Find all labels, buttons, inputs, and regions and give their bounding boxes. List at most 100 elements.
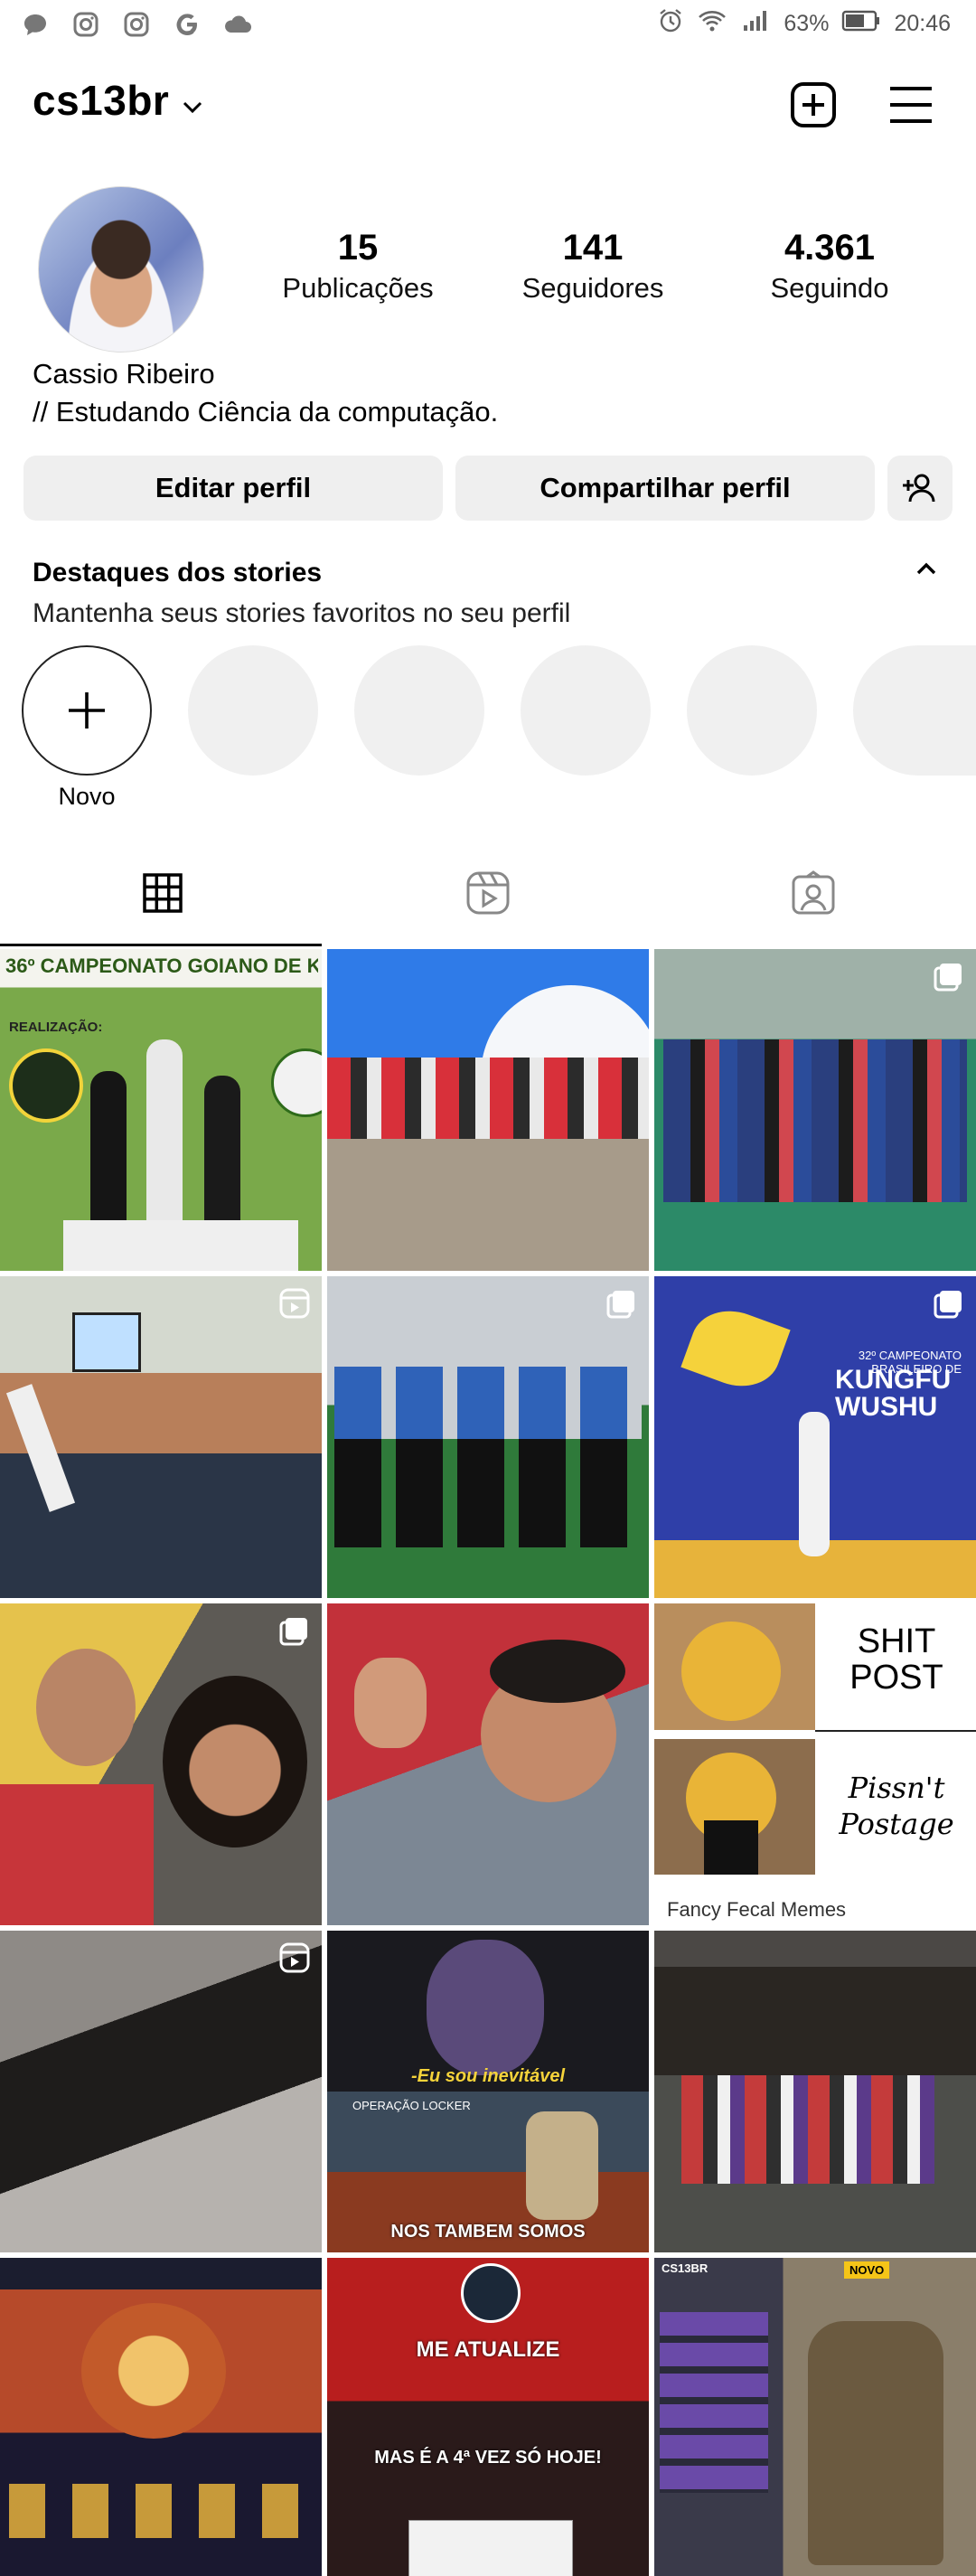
post-logo bbox=[9, 1048, 83, 1123]
tab-posts-grid[interactable] bbox=[0, 866, 325, 920]
highlights-title: Destaques dos stories bbox=[33, 558, 323, 588]
discover-people-button[interactable] bbox=[887, 456, 953, 521]
highlight-placeholder bbox=[354, 645, 484, 776]
post-group bbox=[663, 1039, 967, 1202]
post-thumbnail[interactable] bbox=[327, 1276, 649, 1598]
post-thumbnail[interactable]: 32º CAMPEONATO BRASILEIRO DE KUNGFU WUSH… bbox=[654, 1276, 976, 1598]
system-icons: 63% 20:46 bbox=[657, 7, 951, 41]
posts-label: Publicações bbox=[282, 272, 434, 304]
post-text: Pissn't Postage bbox=[839, 1771, 954, 1841]
carousel-icon bbox=[934, 964, 962, 992]
followers-stat[interactable]: 141 Seguidores bbox=[484, 228, 701, 305]
chevron-up-icon[interactable] bbox=[915, 560, 938, 581]
highlight-placeholder bbox=[853, 645, 976, 776]
posts-stat[interactable]: 15 Publicações bbox=[249, 228, 466, 305]
post-text: SHIT POST bbox=[849, 1622, 943, 1697]
post-thumbnail[interactable]: CS13BR NOVO bbox=[654, 2258, 976, 2576]
post-thumbnail[interactable] bbox=[0, 1276, 322, 1598]
add-square-icon bbox=[791, 82, 836, 127]
post-group bbox=[681, 2075, 934, 2184]
add-person-icon bbox=[903, 474, 935, 503]
chat-icon bbox=[20, 9, 51, 40]
highlight-placeholder bbox=[521, 645, 651, 776]
post-logo bbox=[680, 1299, 791, 1398]
tab-tagged[interactable] bbox=[651, 866, 976, 920]
post-hand bbox=[354, 1658, 427, 1748]
post-group bbox=[327, 1058, 649, 1139]
highlight-placeholder bbox=[687, 645, 817, 776]
post-text: NOVO bbox=[844, 2261, 890, 2279]
profile-name: Cassio Ribeiro bbox=[33, 358, 215, 390]
reel-icon bbox=[279, 1942, 310, 1973]
post-thumbnail[interactable] bbox=[654, 949, 976, 1271]
post-figure bbox=[146, 1039, 183, 1229]
soldier-figure bbox=[526, 2111, 598, 2220]
instagram-icon bbox=[121, 9, 152, 40]
edit-profile-button[interactable]: Editar perfil bbox=[23, 456, 443, 521]
profile-bio: // Estudando Ciência da computação. bbox=[33, 396, 499, 428]
post-hair bbox=[490, 1640, 625, 1703]
rank-emblems bbox=[9, 2484, 313, 2538]
new-highlight-button[interactable] bbox=[22, 645, 152, 776]
post-text: NOS TAMBEM SOMOS bbox=[390, 2222, 586, 2242]
clock: 20:46 bbox=[894, 11, 951, 36]
post-hoop bbox=[72, 1312, 141, 1372]
post-roof bbox=[654, 1931, 976, 1967]
thanos-figure bbox=[427, 1940, 544, 2075]
instagram-icon bbox=[70, 9, 101, 40]
post-shirt bbox=[0, 1784, 154, 1925]
carousel-icon bbox=[606, 1291, 634, 1319]
post-thumbnail[interactable] bbox=[0, 1603, 322, 1925]
post-thumbnail[interactable]: 36º CAMPEONATO GOIANO DE KUNG FU WUSHU 2… bbox=[0, 949, 322, 1271]
following-count: 4.361 bbox=[784, 228, 876, 268]
google-icon bbox=[172, 9, 202, 40]
post-thumbnail[interactable] bbox=[0, 2258, 322, 2576]
status-bar: 63% 20:46 bbox=[0, 0, 976, 51]
avatar[interactable] bbox=[38, 186, 204, 353]
post-thumbnail[interactable] bbox=[654, 1931, 976, 2252]
cloud-icon bbox=[222, 9, 253, 40]
new-highlight-label: Novo bbox=[58, 783, 116, 810]
notification-icons bbox=[20, 9, 253, 40]
champion-art bbox=[81, 2303, 226, 2439]
post-text: ME ATUALIZE bbox=[416, 2337, 560, 2362]
tab-reels[interactable] bbox=[325, 866, 651, 920]
post-text: 36º CAMPEONATO GOIANO DE KUNG FU WUSHU 2 bbox=[5, 954, 318, 977]
post-thumbnail[interactable]: -Eu sou inevitável OPERAÇÃO LOCKER NOS T… bbox=[327, 1931, 649, 2252]
followers-count: 141 bbox=[562, 228, 624, 268]
post-divider bbox=[815, 1730, 976, 1732]
menu-button[interactable] bbox=[884, 78, 938, 132]
post-figure bbox=[90, 1071, 127, 1234]
followers-label: Seguidores bbox=[521, 272, 664, 304]
post-thumbnail[interactable] bbox=[327, 1603, 649, 1925]
reel-icon bbox=[279, 1288, 310, 1319]
post-thumbnail[interactable] bbox=[0, 1931, 322, 2252]
account-switcher[interactable]: cs13br bbox=[33, 76, 203, 125]
alarm-icon bbox=[657, 7, 684, 41]
following-stat[interactable]: 4.361 Seguindo bbox=[721, 228, 938, 305]
post-logo bbox=[271, 1048, 322, 1117]
share-profile-button[interactable]: Compartilhar perfil bbox=[455, 456, 875, 521]
create-post-button[interactable] bbox=[786, 78, 840, 132]
reels-icon bbox=[466, 871, 510, 915]
plus-icon bbox=[69, 692, 105, 729]
post-thumbnail[interactable]: ME ATUALIZE MAS É A 4ª VEZ SÓ HOJE! bbox=[327, 2258, 649, 2576]
steam-logo bbox=[461, 2263, 521, 2323]
post-text: KUNGFU WUSHU bbox=[835, 1365, 952, 1422]
grid-icon bbox=[143, 873, 183, 913]
post-text: MAS É A 4ª VEZ SÓ HOJE! bbox=[374, 2448, 602, 2468]
post-text: CS13BR bbox=[662, 2261, 709, 2275]
battery-percent: 63% bbox=[784, 11, 830, 36]
battery-icon bbox=[841, 9, 881, 39]
post-face bbox=[163, 1676, 307, 1847]
carousel-icon bbox=[279, 1618, 307, 1646]
following-label: Seguindo bbox=[770, 272, 889, 304]
post-face bbox=[36, 1649, 136, 1766]
carousel-icon bbox=[934, 1291, 962, 1319]
post-thumbnail[interactable]: SHIT POST Pissn't Postage Fancy Fecal Me… bbox=[654, 1603, 976, 1925]
post-figure bbox=[5, 1384, 76, 1512]
wifi-icon bbox=[697, 7, 727, 41]
signal-icon bbox=[740, 7, 771, 41]
post-caption: Fancy Fecal Memes bbox=[667, 1898, 847, 1921]
post-thumbnail[interactable] bbox=[327, 949, 649, 1271]
